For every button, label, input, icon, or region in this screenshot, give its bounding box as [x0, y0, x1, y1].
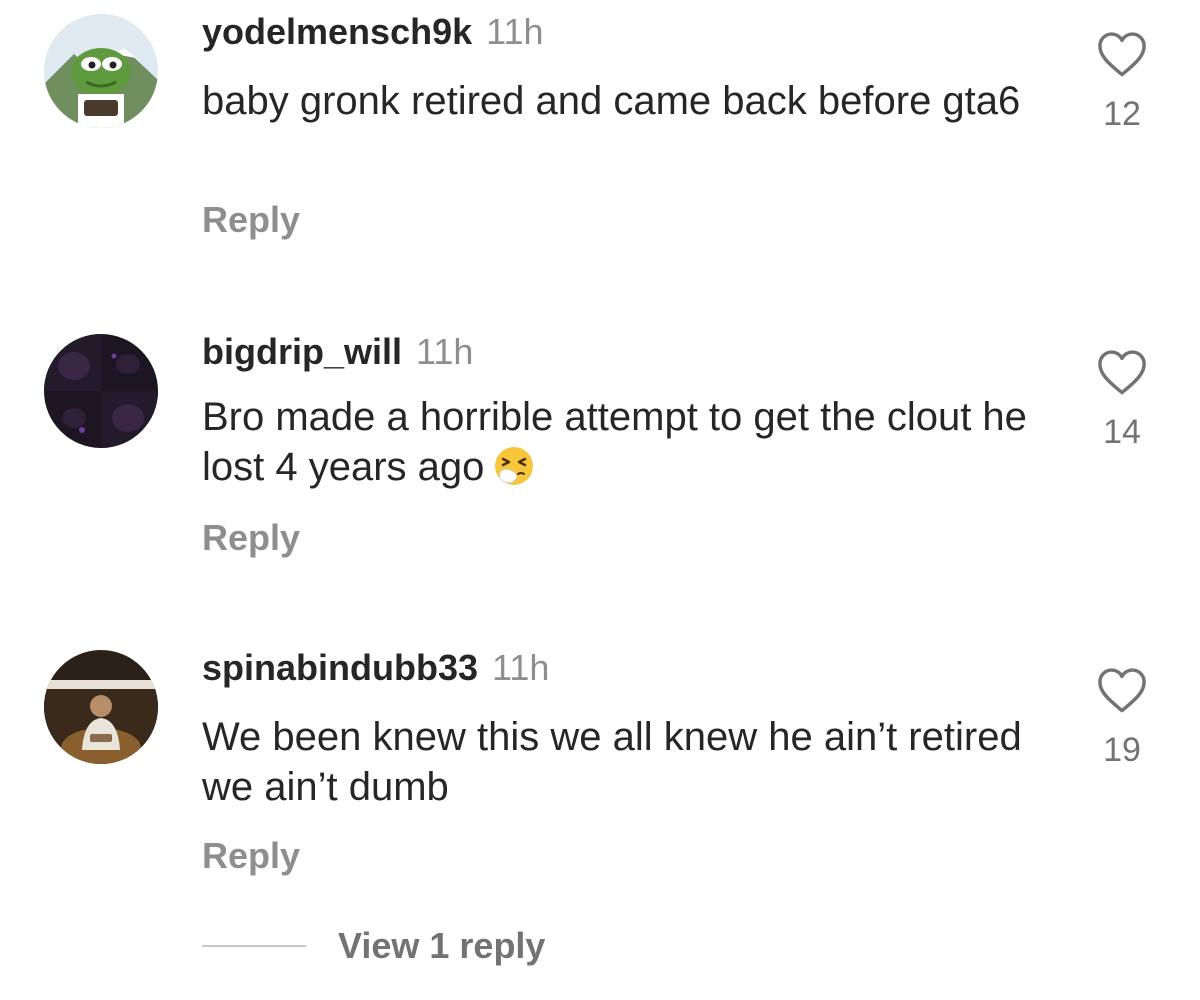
dark-purple-avatar-icon[interactable] — [44, 334, 158, 448]
comment-header: bigdrip_will 11h — [202, 332, 473, 372]
comment-header: spinabindubb33 11h — [202, 648, 549, 688]
comment-item: spinabindubb33 11h We been knew this we a… — [0, 640, 1200, 900]
username-link[interactable]: spinabindubb33 — [202, 647, 478, 688]
comment-time: 11h — [416, 331, 474, 372]
sneezing-face-emoji-icon — [495, 447, 534, 485]
like-control: 19 — [1092, 666, 1152, 768]
divider-line — [202, 945, 306, 947]
view-replies-label[interactable]: View 1 reply — [338, 926, 545, 966]
like-count: 19 — [1103, 731, 1141, 769]
frog-avatar-icon[interactable] — [44, 14, 158, 128]
reply-button[interactable]: Reply — [202, 200, 300, 240]
comment-item: bigdrip_will 11h Bro made a horrible atte… — [0, 320, 1200, 620]
like-count: 12 — [1103, 95, 1141, 133]
username-link[interactable]: yodelmensch9k — [202, 11, 472, 52]
heart-icon[interactable] — [1096, 30, 1148, 78]
like-control: 14 — [1092, 348, 1152, 450]
album-cover-avatar-icon[interactable] — [44, 650, 158, 764]
heart-icon[interactable] — [1096, 666, 1148, 714]
heart-icon[interactable] — [1096, 348, 1148, 396]
username-link[interactable]: bigdrip_will — [202, 331, 402, 372]
comment-header: yodelmensch9k 11h — [202, 12, 544, 52]
like-count: 14 — [1103, 413, 1141, 451]
comment-text: We been knew this we all knew he ain’t r… — [202, 715, 1022, 809]
comment-time: 11h — [492, 647, 550, 688]
reply-button[interactable]: Reply — [202, 836, 300, 876]
view-replies-button[interactable]: View 1 reply — [202, 922, 545, 970]
comment-text-content: Bro made a horrible attempt to get the c… — [202, 395, 1027, 489]
comment-text: Bro made a horrible attempt to get the c… — [202, 392, 1032, 492]
comment-item: yodelmensch9k 11h baby gronk retired and … — [0, 0, 1200, 300]
reply-button[interactable]: Reply — [202, 518, 300, 558]
comment-time: 11h — [486, 11, 544, 52]
like-control: 12 — [1092, 30, 1152, 132]
comment-text: baby gronk retired and came back before … — [202, 79, 1021, 123]
